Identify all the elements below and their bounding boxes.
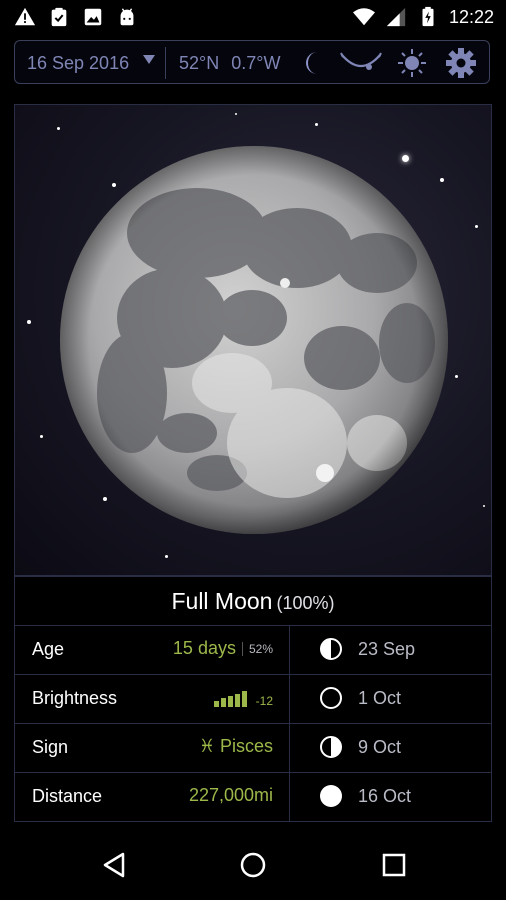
star xyxy=(455,375,458,378)
toolbar: 16 Sep 2016 52°N 0.7°W xyxy=(14,40,490,84)
moon-view[interactable] xyxy=(14,104,492,576)
star xyxy=(165,555,168,558)
star xyxy=(235,113,237,115)
phase-percent: (100%) xyxy=(276,593,335,613)
android-icon xyxy=(120,8,134,26)
next-phase-date: 1 Oct xyxy=(358,688,402,708)
clipboard-check-icon xyxy=(51,7,67,27)
latitude: 52°N xyxy=(179,53,220,73)
status-bar: 12:22 xyxy=(0,0,506,34)
age-percent: 52% xyxy=(241,641,273,656)
new-moon-icon xyxy=(320,687,342,709)
clock: 12:22 xyxy=(448,6,494,27)
brightness-bars xyxy=(213,691,247,707)
full-moon-icon xyxy=(320,785,342,807)
sign-value: ♓ Pisces xyxy=(198,736,273,756)
settings-icon[interactable] xyxy=(445,47,477,79)
brightness-cell: Brightness -12 xyxy=(15,674,290,723)
star xyxy=(27,320,31,324)
next-phase-date: 16 Oct xyxy=(358,786,412,806)
distance-label: Distance xyxy=(32,786,103,806)
cell-signal-icon xyxy=(386,7,406,27)
home-icon[interactable] xyxy=(238,850,268,880)
dropdown-caret-icon[interactable] xyxy=(143,55,155,64)
wifi-icon xyxy=(352,8,375,26)
sign-label: Sign xyxy=(32,737,69,757)
star xyxy=(40,435,43,438)
date-selector[interactable]: 16 Sep 2016 xyxy=(27,53,129,74)
star xyxy=(57,127,60,130)
next-phase-cell: 1 Oct xyxy=(290,674,491,723)
star xyxy=(315,123,318,126)
image-icon xyxy=(84,8,102,26)
next-phase-date: 9 Oct xyxy=(358,737,402,757)
moon-path-icon[interactable] xyxy=(339,47,383,79)
moon-info-panel: Full Moon (100%) Age 15 days 52% 23 Sep B… xyxy=(14,576,492,822)
next-phase-cell: 9 Oct xyxy=(290,723,491,772)
location-button[interactable]: 52°N 0.7°W xyxy=(179,53,280,74)
longitude: 0.7°W xyxy=(231,53,281,73)
brightness-value-group: -12 xyxy=(213,690,273,708)
sign-row[interactable]: Sign ♓ Pisces 9 Oct xyxy=(15,723,491,773)
phase-title: Full Moon (100%) xyxy=(15,577,491,626)
distance-cell: Distance 227,000mi xyxy=(15,772,290,821)
brightness-row[interactable]: Brightness -12 1 Oct xyxy=(15,674,491,724)
navigation-bar xyxy=(0,830,506,900)
star xyxy=(483,505,485,507)
age-row[interactable]: Age 15 days 52% 23 Sep xyxy=(15,625,491,675)
distance-row[interactable]: Distance 227,000mi 16 Oct xyxy=(15,772,491,821)
brightness-label: Brightness xyxy=(32,688,118,708)
first-quarter-icon xyxy=(320,638,342,660)
back-icon[interactable] xyxy=(99,850,129,880)
age-value-group: 15 days 52% xyxy=(173,638,273,659)
phase-name: Full Moon xyxy=(171,588,273,614)
age-cell: Age 15 days 52% xyxy=(15,625,290,674)
next-phase-cell: 16 Oct xyxy=(290,772,491,821)
age-value: 15 days xyxy=(172,638,236,658)
moon-image xyxy=(60,146,448,534)
age-label: Age xyxy=(32,639,65,659)
distance-value: 227,000mi xyxy=(188,785,273,805)
next-phase-cell: 23 Sep xyxy=(290,625,491,674)
next-phase-date: 23 Sep xyxy=(358,639,416,659)
battery-charging-icon xyxy=(422,6,434,27)
warning-icon xyxy=(14,7,36,26)
sign-cell: Sign ♓ Pisces xyxy=(15,723,290,772)
last-quarter-icon xyxy=(320,736,342,758)
sun-icon[interactable] xyxy=(396,47,428,79)
brightness-magnitude: -12 xyxy=(255,694,273,708)
toolbar-divider xyxy=(165,47,166,79)
moon-icon[interactable] xyxy=(297,47,329,79)
star xyxy=(475,225,478,228)
recents-icon[interactable] xyxy=(379,850,409,880)
